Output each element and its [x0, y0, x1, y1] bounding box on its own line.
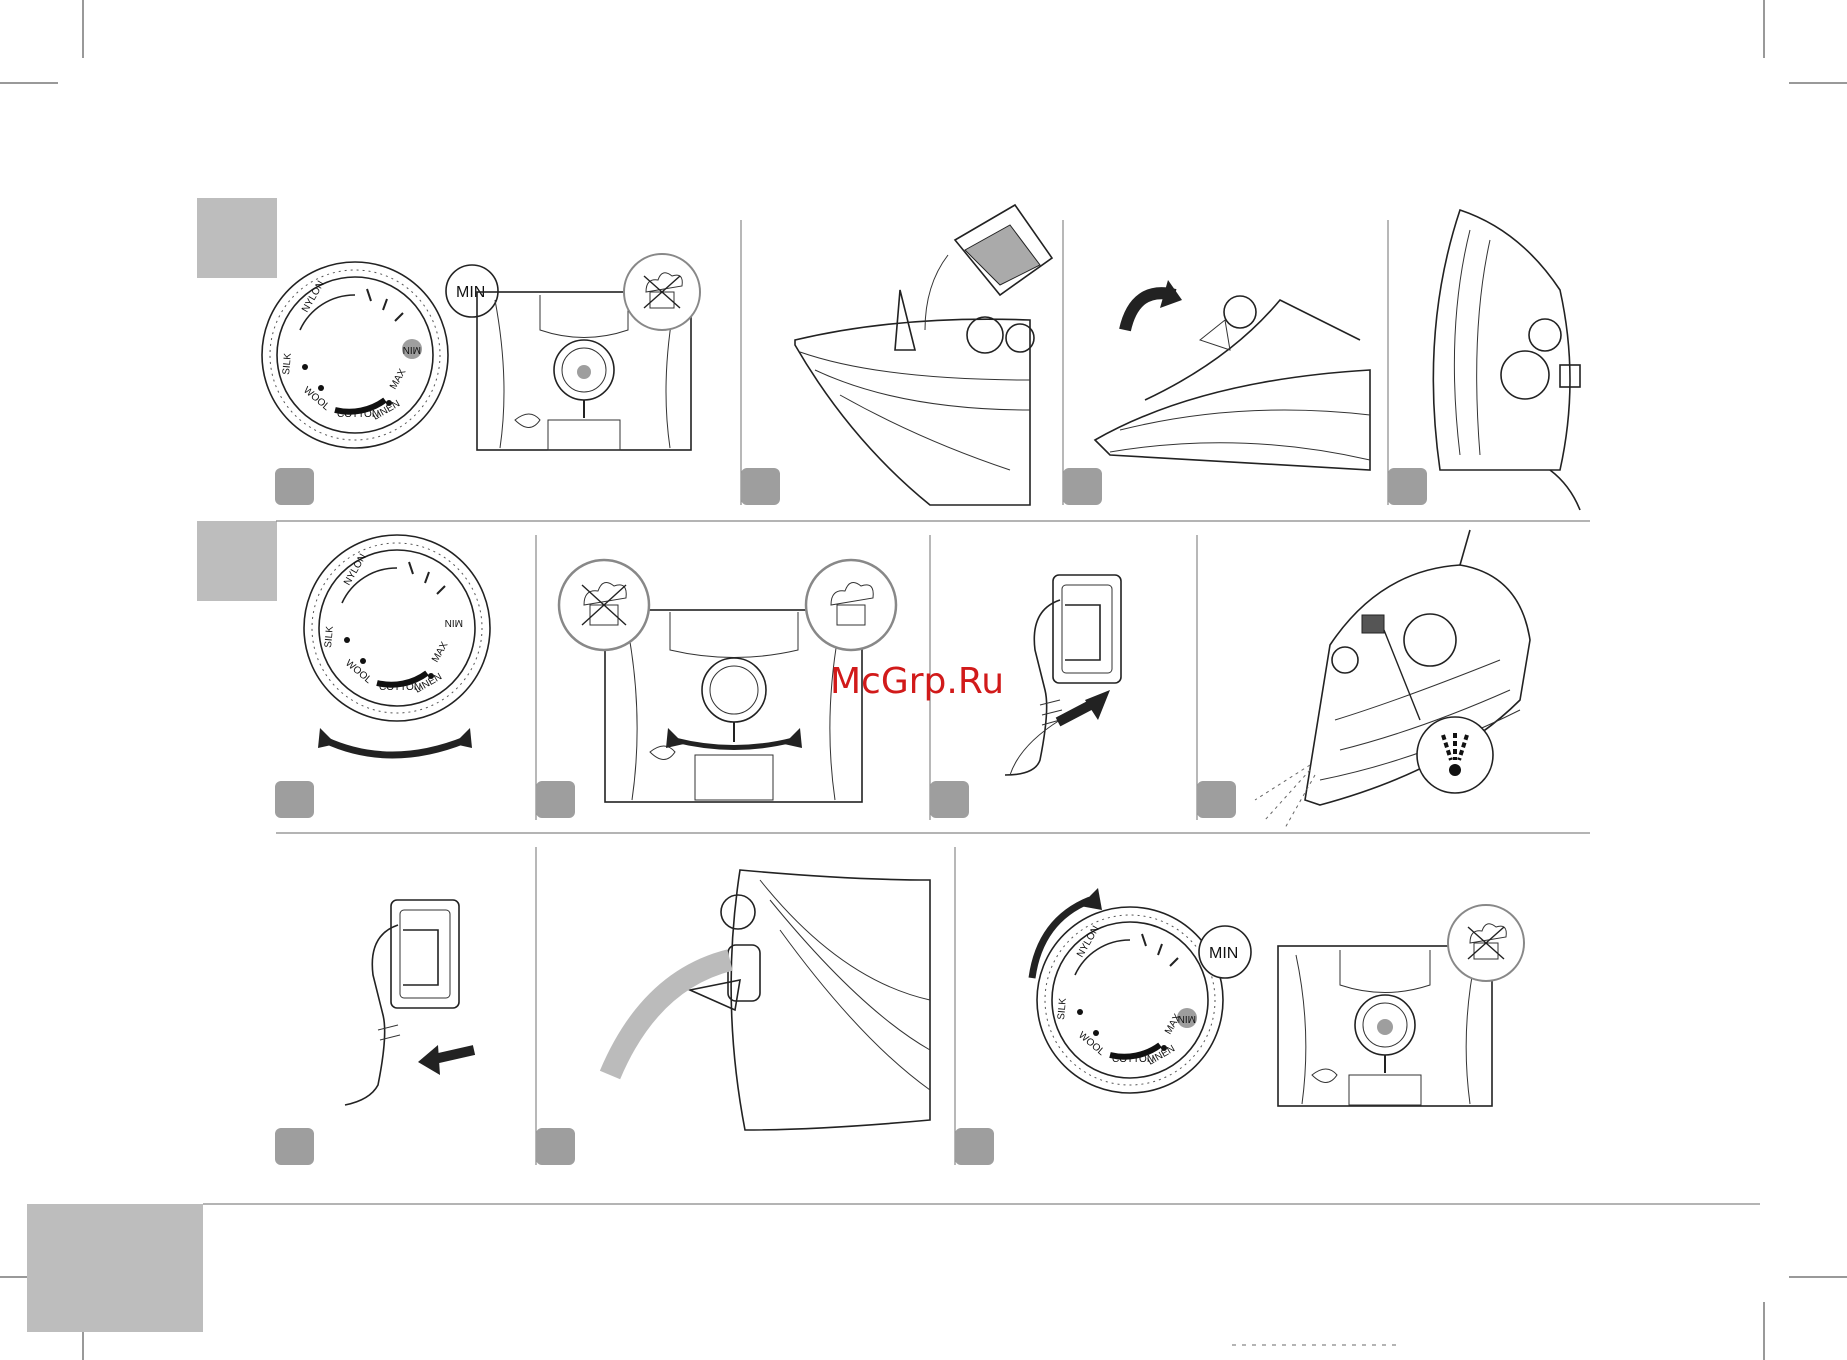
step-badge: [741, 468, 780, 505]
manual-page: NYLON SILK WOOL COTTON LINEN MAX MIN MIN: [0, 0, 1847, 1360]
rotate-arrow-icon: [318, 728, 472, 759]
step-badge: [536, 1128, 575, 1165]
dial-max-label: MAX: [388, 367, 409, 392]
dial-silk-label: SILK: [323, 625, 336, 648]
plug-socket-icon: [1004, 574, 1122, 776]
temperature-dial-icon: NYLON SILK WOOL COTTON LINEN MAX MIN: [303, 534, 491, 722]
watermark: McGrp.Ru: [830, 661, 1004, 702]
steam-off-icon: [623, 253, 701, 331]
dial-min-label: MIN: [1178, 1013, 1196, 1024]
dial-wool-label: WOOL: [343, 658, 374, 686]
temperature-dial-icon: NYLON SILK WOOL COTTON LINEN MAX MIN: [261, 261, 449, 449]
spray-burst-icon: [1416, 716, 1494, 794]
min-callout-label: MIN: [1209, 945, 1238, 962]
step-badge: [955, 1128, 994, 1165]
iron-emptying-illustration: [599, 869, 931, 1131]
step-badge: [1063, 468, 1102, 505]
temperature-dial-icon: NYLON SILK WOOL COTTON LINEN MAX MIN: [1036, 906, 1224, 1094]
step-badge: [275, 1128, 314, 1165]
dial-min-label: MIN: [445, 617, 463, 628]
water-cup-icon: [953, 203, 1054, 297]
step-badge: [275, 468, 314, 505]
step-badge: [275, 781, 314, 818]
step-badge: [930, 781, 969, 818]
iron-filling-illustration: [794, 203, 1054, 506]
page-number-block: [27, 1204, 203, 1332]
step-badge: [536, 781, 575, 818]
dial-silk-label: SILK: [281, 352, 294, 375]
dial-wool-label: WOOL: [301, 385, 332, 413]
step-badge: [1197, 781, 1236, 818]
separators: [203, 220, 1760, 1346]
dial-min-label: MIN: [403, 344, 421, 355]
dial-wool-label: WOOL: [1076, 1030, 1107, 1058]
min-callout: MIN: [445, 264, 499, 318]
steam-off-icon: [557, 558, 651, 652]
section-2-marker: [197, 521, 277, 601]
steam-off-icon: [1447, 904, 1525, 982]
section-1-marker: [197, 198, 277, 278]
steam-on-icon: [804, 558, 898, 652]
plug-socket-icon: [344, 899, 476, 1106]
iron-icon: [1432, 208, 1581, 511]
dial-max-label: MAX: [430, 640, 451, 665]
min-callout: MIN: [1198, 925, 1252, 979]
dial-silk-label: SILK: [1056, 997, 1069, 1020]
step-badge: [1388, 468, 1427, 505]
iron-closing-illustration: [1093, 280, 1371, 471]
